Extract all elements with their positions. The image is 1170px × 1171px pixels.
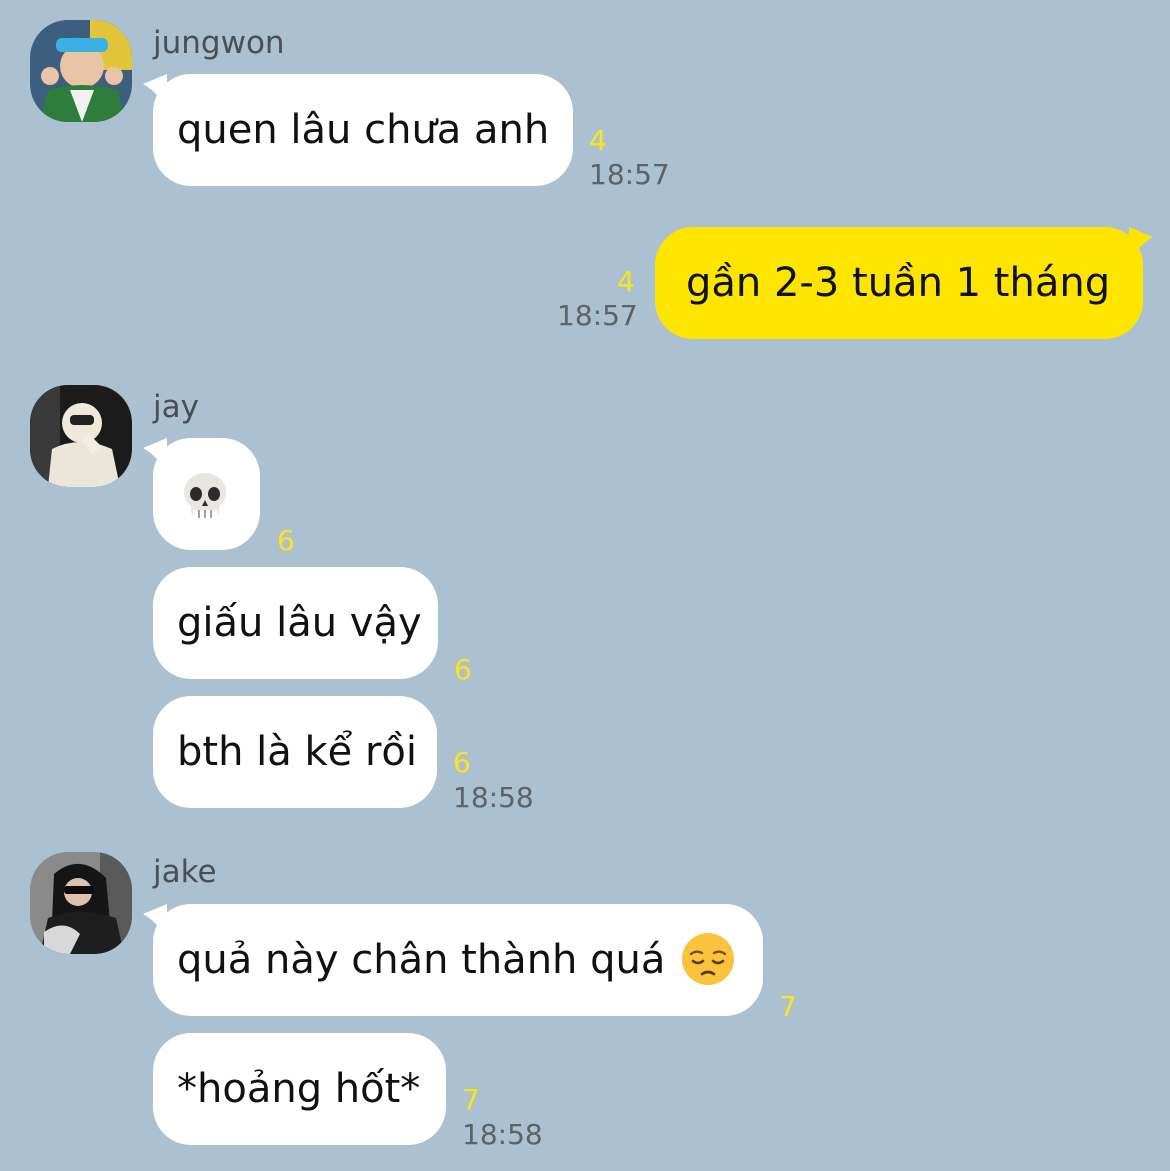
- message-bubble-outgoing[interactable]: gần 2-3 tuần 1 tháng: [655, 227, 1153, 339]
- avatar-jake[interactable]: [30, 852, 132, 954]
- message-bubble-incoming[interactable]: giấu lâu vậy: [153, 567, 438, 679]
- message-timestamp: 18:58: [453, 781, 534, 814]
- avatar-jay[interactable]: [30, 385, 132, 487]
- unread-count: 7: [779, 990, 797, 1023]
- message-text: bth là kể rồi: [177, 729, 417, 775]
- sender-name-jay: jay: [153, 389, 199, 425]
- unread-count: 6: [453, 746, 471, 779]
- message-text: quả này chân thành quá: [177, 937, 666, 983]
- bubble-tail: [143, 904, 167, 938]
- sender-name-jake: jake: [153, 854, 217, 890]
- message-bubble-incoming[interactable]: [143, 438, 260, 550]
- unread-count: 6: [277, 524, 295, 557]
- message-text: giấu lâu vậy: [177, 600, 422, 646]
- message-text: quen lâu chưa anh: [177, 107, 550, 153]
- message-bubble-incoming[interactable]: quen lâu chưa anh: [143, 74, 573, 186]
- unread-count: 4: [589, 124, 607, 157]
- bubble-tail: [143, 438, 167, 472]
- unread-count: 6: [454, 653, 472, 686]
- skull-emoji: [184, 473, 226, 518]
- message-bubble-incoming[interactable]: quả này chân thành quá: [143, 904, 763, 1016]
- message-timestamp: 18:57: [589, 158, 670, 191]
- pensive-face-emoji: [682, 933, 735, 985]
- unread-count: 4: [617, 265, 635, 298]
- message-text: gần 2-3 tuần 1 tháng: [686, 260, 1111, 306]
- message-bubble-incoming[interactable]: *hoảng hốt*: [153, 1033, 446, 1145]
- bubble-tail: [1129, 227, 1153, 261]
- sender-name-jungwon: jungwon: [153, 25, 285, 61]
- message-text: *hoảng hốt*: [177, 1066, 421, 1112]
- message-timestamp: 18:58: [462, 1118, 543, 1151]
- message-timestamp: 18:57: [557, 299, 638, 332]
- avatar-jungwon[interactable]: [30, 20, 132, 122]
- message-bubble-incoming[interactable]: bth là kể rồi: [153, 696, 437, 808]
- unread-count: 7: [462, 1083, 480, 1116]
- bubble-tail: [143, 74, 167, 108]
